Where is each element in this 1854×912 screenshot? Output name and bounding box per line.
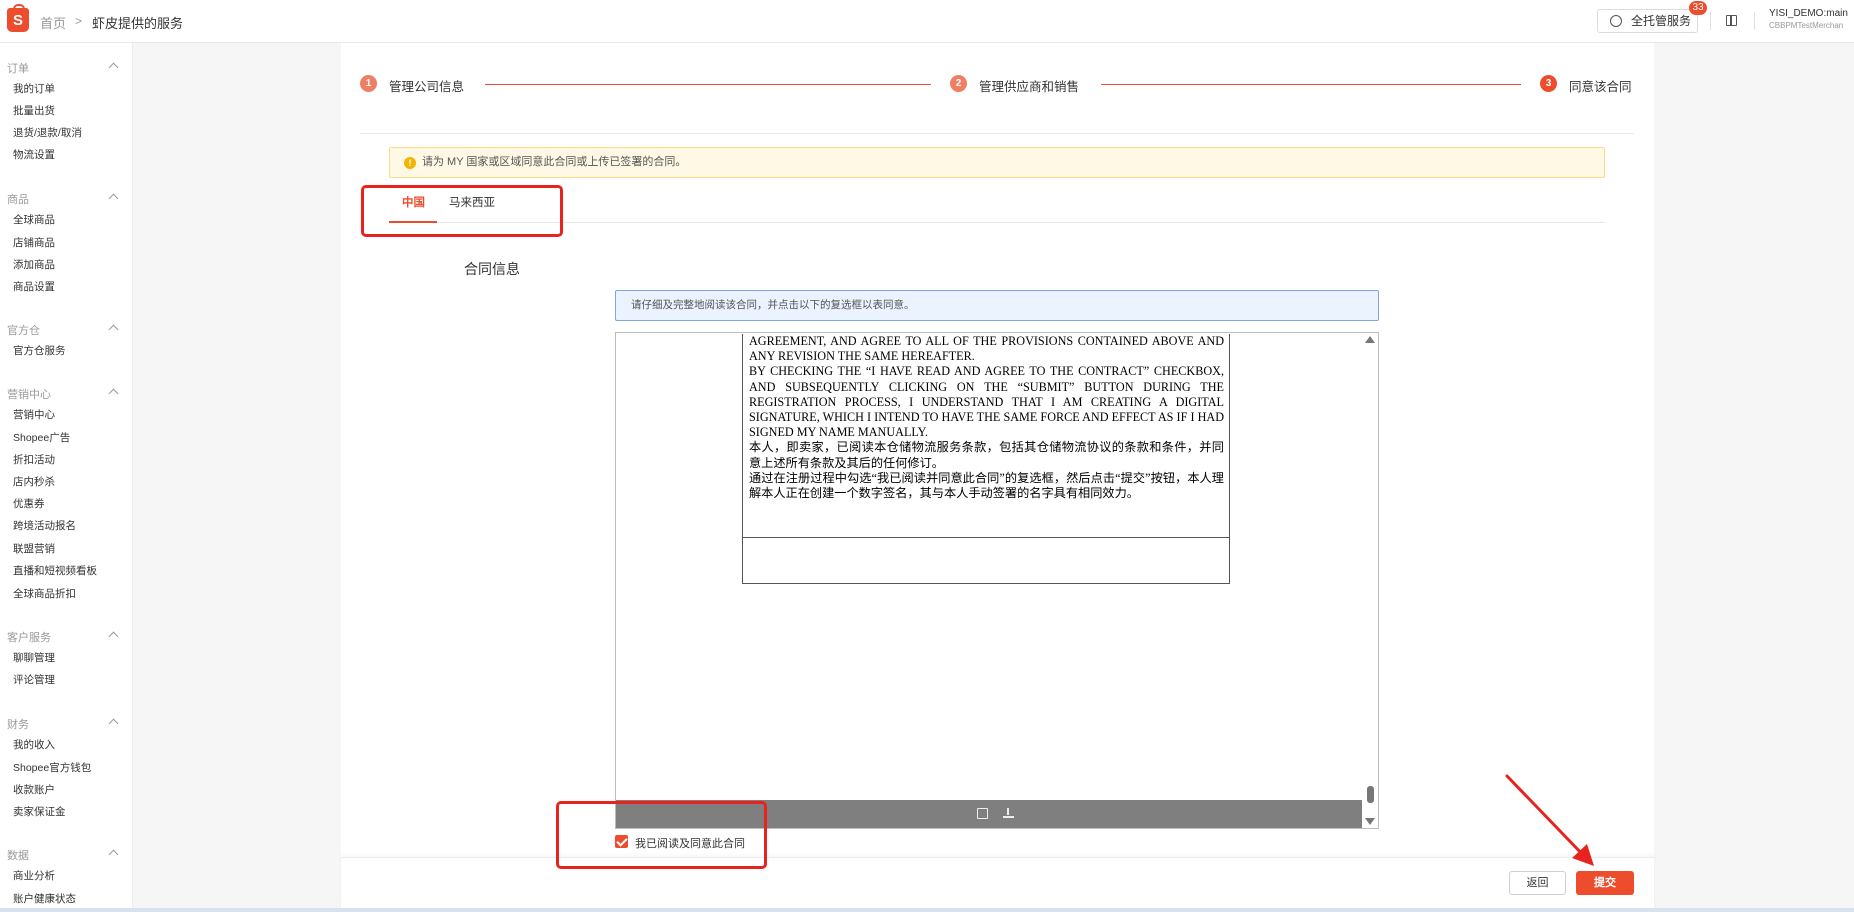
sidebar-item[interactable]: 我的收入 <box>13 737 55 752</box>
breadcrumb-separator: > <box>75 14 83 28</box>
sidebar-item[interactable]: 退货/退款/取消 <box>13 125 82 140</box>
book-icon[interactable] <box>1726 15 1737 26</box>
sidebar-item[interactable]: 添加商品 <box>13 257 55 272</box>
page-bottom-edge <box>0 908 1854 912</box>
sidebar-item[interactable]: 我的订单 <box>13 81 55 96</box>
shopee-logo-icon[interactable]: S <box>7 4 29 32</box>
download-icon[interactable] <box>1003 808 1014 819</box>
contract-text: AGREEMENT, AND AGREE TO ALL OF THE PROVI… <box>749 334 1224 501</box>
sidebar-item[interactable]: 营销中心 <box>13 407 55 422</box>
chevron-up-icon[interactable] <box>108 849 119 860</box>
breadcrumb-current: 虾皮提供的服务 <box>92 16 184 31</box>
sidebar-item[interactable]: 评论管理 <box>13 672 55 687</box>
sidebar-section-customer-service[interactable]: 客户服务 <box>7 629 51 645</box>
user-name[interactable]: YISI_DEMO:main <box>1769 8 1848 19</box>
notification-badge: 33 <box>1689 1 1707 15</box>
chevron-up-icon[interactable] <box>108 193 119 204</box>
sidebar-item[interactable]: 直播和短视频看板 <box>13 563 97 578</box>
sidebar-item[interactable]: 官方仓服务 <box>13 343 66 358</box>
sidebar-item[interactable]: 优惠券 <box>13 496 45 511</box>
chevron-up-icon[interactable] <box>108 62 119 73</box>
step-2-label: 管理供应商和销售 <box>979 80 1080 94</box>
contract-paragraph: 通过在注册过程中勾选“我已阅读并同意此合同”的复选框，然后点击“提交”按钮，本人… <box>749 470 1224 501</box>
sidebar-item[interactable]: 聊聊管理 <box>13 650 55 665</box>
top-bar: S 首页 > 虾皮提供的服务 全托管服务 33 YISI_DEMO:main C… <box>0 0 1854 43</box>
annotation-box-checkbox <box>556 801 767 869</box>
topbar-divider <box>1710 12 1711 30</box>
viewer-scrollbar-thumb[interactable] <box>1367 786 1374 803</box>
step-1-number: 1 <box>360 75 377 92</box>
chevron-up-icon[interactable] <box>108 718 119 729</box>
contract-paragraph: AGREEMENT, AND AGREE TO ALL OF THE PROVI… <box>749 334 1224 364</box>
contract-info-box: 请仔细及完整地阅读该合同，并点击以下的复选框以表同意。 <box>615 290 1379 321</box>
scroll-up-arrow-icon[interactable] <box>1365 336 1375 343</box>
contract-paragraph: BY CHECKING THE “I HAVE READ AND AGREE T… <box>749 364 1224 440</box>
sidebar-item[interactable]: 商业分析 <box>13 868 55 883</box>
sidebar-item[interactable]: 商品设置 <box>13 279 55 294</box>
print-icon[interactable] <box>977 808 988 819</box>
sidebar-item[interactable]: 全球商品 <box>13 212 55 227</box>
sidebar-item[interactable]: 折扣活动 <box>13 452 55 467</box>
chevron-up-icon[interactable] <box>108 631 119 642</box>
step-1-label: 管理公司信息 <box>389 80 465 94</box>
step-3-number: 3 <box>1540 75 1557 92</box>
contract-paragraph: 本人，即卖家，已阅读本仓储物流服务条款，包括其仓储物流协议的条款和条件，并同意上… <box>749 440 1224 470</box>
contract-section-title: 合同信息 <box>464 261 520 277</box>
sidebar-item[interactable]: Shopee官方钱包 <box>13 760 91 775</box>
sidebar-section-warehouse[interactable]: 官方仓 <box>7 322 40 338</box>
managed-service-label: 全托管服务 <box>1631 14 1692 28</box>
sidebar-item[interactable]: 全球商品折扣 <box>13 586 76 601</box>
sidebar-section-data[interactable]: 数据 <box>7 847 29 863</box>
sidebar-item[interactable]: 卖家保证金 <box>13 804 66 819</box>
managed-service-button[interactable]: 全托管服务 <box>1597 9 1698 33</box>
sidebar-item[interactable]: 联盟营销 <box>13 541 55 556</box>
topbar-divider <box>1754 12 1755 30</box>
step-connector <box>1101 84 1521 85</box>
service-icon <box>1610 15 1622 27</box>
warning-notice: ! 请为 MY 国家或区域同意此合同或上传已签署的合同。 <box>389 147 1605 178</box>
chevron-up-icon[interactable] <box>108 388 119 399</box>
sidebar: 订单 我的订单 批量出货 退货/退款/取消 物流设置 商品 全球商品 店铺商品 … <box>0 43 133 912</box>
sidebar-section-products[interactable]: 商品 <box>7 191 29 207</box>
breadcrumb-home[interactable]: 首页 <box>40 13 66 32</box>
sidebar-item[interactable]: 账户健康状态 <box>13 891 76 906</box>
chevron-up-icon[interactable] <box>108 324 119 335</box>
sidebar-item[interactable]: 物流设置 <box>13 147 55 162</box>
stepper-divider <box>360 133 1634 134</box>
sidebar-section-orders[interactable]: 订单 <box>7 60 29 76</box>
sidebar-item[interactable]: Shopee广告 <box>13 430 70 445</box>
document-page-separator <box>742 537 1230 538</box>
warning-icon: ! <box>404 157 416 169</box>
sidebar-item[interactable]: 批量出货 <box>13 103 55 118</box>
notice-text: 请为 MY 国家或区域同意此合同或上传已签署的合同。 <box>422 156 687 168</box>
sidebar-item[interactable]: 店内秒杀 <box>13 474 55 489</box>
bottom-action-bar <box>341 857 1654 912</box>
sidebar-item[interactable]: 店铺商品 <box>13 235 55 250</box>
step-connector <box>485 84 931 85</box>
sidebar-section-finance[interactable]: 财务 <box>7 716 29 732</box>
sidebar-item[interactable]: 收款账户 <box>13 782 55 797</box>
step-2-number: 2 <box>950 75 967 92</box>
user-subaccount: CBBPMTestMerchan <box>1769 21 1844 30</box>
annotation-box-tabs <box>361 185 563 237</box>
submit-button[interactable]: 提交 <box>1576 871 1634 895</box>
tabs-baseline <box>389 222 1605 223</box>
sidebar-section-marketing[interactable]: 营销中心 <box>7 386 51 402</box>
back-button[interactable]: 返回 <box>1509 871 1566 895</box>
sidebar-item[interactable]: 跨境活动报名 <box>13 518 76 533</box>
annotation-arrow-icon <box>1505 774 1594 866</box>
scroll-down-arrow-icon[interactable] <box>1365 818 1375 825</box>
step-3-label: 同意该合同 <box>1569 80 1632 94</box>
